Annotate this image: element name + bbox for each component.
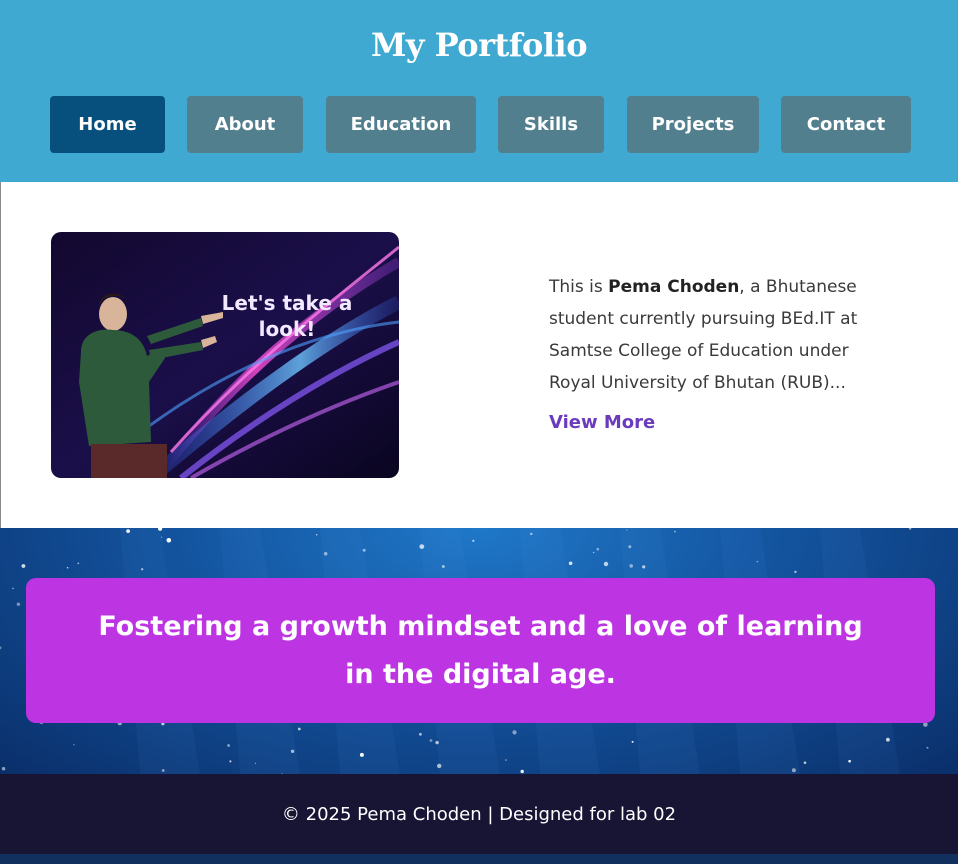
svg-text:Let's take a: Let's take a — [222, 291, 353, 315]
footer-strip — [0, 854, 958, 864]
view-more-link[interactable]: View More — [549, 412, 655, 433]
footer-copyright: © 2025 Pema Choden | Designed for lab 02 — [281, 804, 677, 825]
nav-skills-button[interactable]: Skills — [498, 96, 604, 153]
svg-text:look!: look! — [259, 317, 316, 341]
intro-prefix: This is — [549, 277, 609, 297]
profile-image: Let's take a look! — [51, 232, 399, 478]
quote-box: Fostering a growth mindset and a love of… — [26, 578, 935, 723]
nav-education-button[interactable]: Education — [326, 96, 476, 153]
site-title: My Portfolio — [370, 26, 588, 64]
nav-about-button[interactable]: About — [187, 96, 303, 153]
intro-name: Pema Choden — [608, 277, 740, 297]
nav-projects-button[interactable]: Projects — [627, 96, 759, 153]
quote-text: Fostering a growth mindset and a love of… — [98, 610, 863, 690]
intro-paragraph: This is Pema Choden, a Bhutanese student… — [549, 271, 889, 399]
nav-contact-button[interactable]: Contact — [781, 96, 911, 153]
nav-home-button[interactable]: Home — [50, 96, 165, 153]
